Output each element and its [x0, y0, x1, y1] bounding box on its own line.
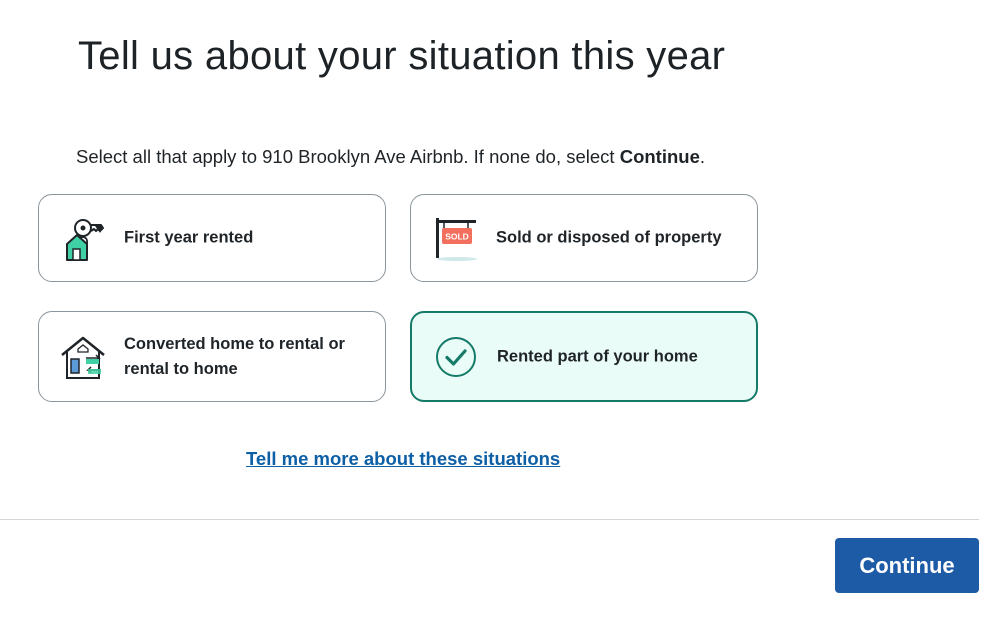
page-title: Tell us about your situation this year	[78, 34, 726, 78]
checkmark-icon	[432, 333, 484, 381]
continue-button[interactable]: Continue	[835, 538, 979, 593]
instruction-text-end: .	[699, 146, 705, 167]
option-label: Sold or disposed of property	[496, 228, 722, 247]
option-label: First year rented	[124, 228, 254, 247]
instruction-text-main: Select all that apply to 910 Brooklyn Av…	[76, 146, 620, 167]
sold-sign-text: SOLD	[445, 232, 469, 242]
sold-sign-icon: SOLD	[431, 214, 483, 262]
option-label: Converted home to rental or rental to ho…	[124, 334, 345, 378]
option-label: Rented part of your home	[497, 347, 698, 365]
option-converted-home[interactable]: Converted home to rental or rental to ho…	[38, 311, 386, 402]
instruction-continue-bold: Continue	[619, 146, 700, 167]
option-first-year-rented[interactable]: First year rented	[38, 194, 386, 282]
instruction-text: Select all that apply to 910 Brooklyn Av…	[76, 146, 705, 168]
house-key-icon	[59, 214, 111, 262]
option-sold-or-disposed[interactable]: SOLD Sold or disposed of property	[410, 194, 758, 282]
house-convert-icon	[59, 333, 111, 381]
option-rented-part-of-home[interactable]: Rented part of your home	[410, 311, 758, 402]
tell-me-more-link[interactable]: Tell me more about these situations	[246, 448, 560, 470]
footer-divider	[0, 519, 979, 520]
